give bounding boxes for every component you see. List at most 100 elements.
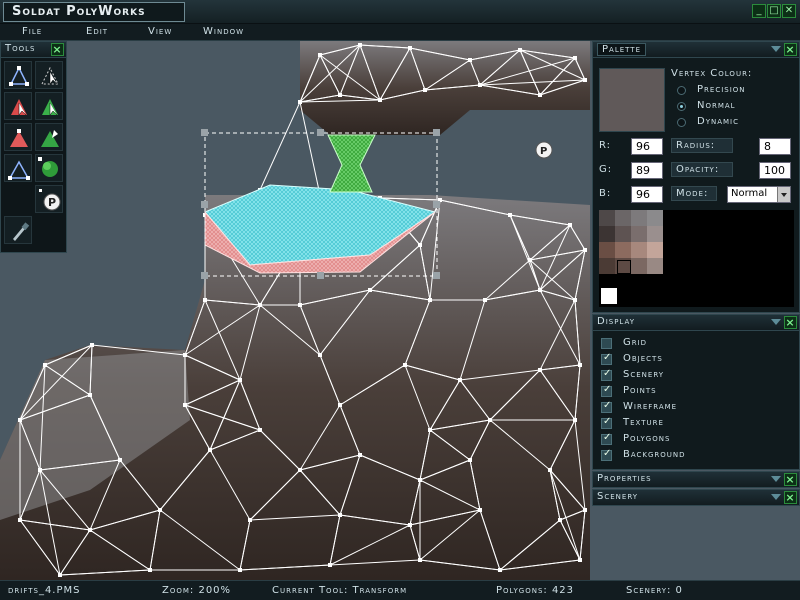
collapse-chevron-icon[interactable] — [771, 494, 781, 500]
vertex-point — [573, 298, 577, 302]
scenery-close-button[interactable]: × — [784, 491, 797, 504]
transform-tool-button[interactable] — [4, 61, 32, 89]
create-polygon-tool-button[interactable] — [4, 123, 32, 151]
vertex-point — [578, 558, 582, 562]
palette-swatch[interactable] — [615, 226, 631, 242]
vertex-point — [558, 518, 562, 522]
vertex-point — [338, 93, 342, 97]
palette-swatch[interactable] — [631, 226, 647, 242]
checkbox[interactable] — [601, 416, 612, 429]
palette-swatch[interactable] — [631, 258, 647, 274]
palette-swatch[interactable] — [599, 210, 615, 226]
mode-select[interactable]: Normal — [727, 186, 791, 203]
radio-precision[interactable] — [677, 86, 686, 95]
checkbox[interactable] — [601, 400, 612, 413]
vertex-point — [238, 568, 242, 572]
palette-swatch-white[interactable] — [601, 288, 617, 304]
palette-swatch[interactable] — [615, 210, 631, 226]
minimize-button[interactable]: _ — [752, 4, 766, 18]
palette-swatch[interactable] — [599, 258, 615, 274]
display-panel-header: Display × — [593, 315, 799, 331]
palette-swatch[interactable] — [647, 242, 663, 258]
vertex-point — [248, 518, 252, 522]
polygon-select-tool-button[interactable] — [4, 92, 32, 120]
vertex-point — [148, 568, 152, 572]
vertex-point — [538, 288, 542, 292]
vertex-point — [488, 418, 492, 422]
radio-normal[interactable] — [677, 102, 686, 111]
g-input[interactable]: 89 — [631, 162, 663, 179]
palette-swatch[interactable] — [599, 242, 615, 258]
display-close-button[interactable]: × — [784, 316, 797, 329]
r-input[interactable]: 96 — [631, 138, 663, 155]
collapse-chevron-icon[interactable] — [771, 476, 781, 482]
palette-swatch[interactable] — [647, 210, 663, 226]
vertex-point — [403, 363, 407, 367]
checkbox[interactable] — [601, 368, 612, 381]
scenery-panel-header[interactable]: Scenery × — [592, 489, 800, 506]
vertex-point — [298, 303, 302, 307]
color-palette-grid[interactable] — [599, 210, 794, 307]
checkbox[interactable] — [601, 432, 612, 445]
palette-swatch[interactable] — [631, 242, 647, 258]
radio-dynamic[interactable] — [677, 118, 686, 127]
vertex-point — [518, 48, 522, 52]
chevron-down-icon[interactable] — [777, 187, 790, 202]
display-panel: Display × Grid Objects Scenery Points Wirefr… — [592, 314, 800, 470]
spawn-tool-button[interactable]: P — [35, 185, 63, 213]
tools-close-button[interactable]: × — [51, 43, 64, 56]
vertex-point — [458, 378, 462, 382]
b-input[interactable]: 96 — [631, 186, 663, 203]
menu-view[interactable]: View — [148, 26, 172, 37]
title-bar[interactable]: Soldat PolyWorks _ □ ✕ — [0, 0, 800, 24]
vertex-point — [478, 83, 482, 87]
menu-edit[interactable]: Edit — [86, 26, 108, 37]
scenery-panel-title: Scenery — [597, 491, 639, 502]
create-wire-tool-button[interactable] — [4, 154, 32, 182]
polygon-select-icon — [11, 99, 27, 116]
vertex-color-tool-button[interactable] — [35, 92, 63, 120]
properties-close-button[interactable]: × — [784, 473, 797, 486]
menu-file[interactable]: File — [22, 26, 42, 37]
scenery-tool-button[interactable] — [35, 154, 63, 182]
eyedropper-tool-button[interactable] — [4, 216, 32, 244]
vertex-select-tool-button[interactable] — [35, 61, 63, 89]
properties-panel-header[interactable]: Properties × — [592, 471, 800, 488]
palette-swatch[interactable] — [615, 242, 631, 258]
vertex-point — [208, 448, 212, 452]
checkbox[interactable] — [601, 352, 612, 365]
vertex-point — [158, 508, 162, 512]
checkbox[interactable] — [601, 384, 612, 397]
palette-selection-marker — [617, 260, 631, 274]
vertex-point — [428, 298, 432, 302]
display-item-label: Scenery — [623, 369, 665, 380]
vertex-point — [538, 368, 542, 372]
transform-icon — [9, 66, 29, 86]
maximize-button[interactable]: □ — [767, 4, 781, 18]
palette-swatch[interactable] — [647, 226, 663, 242]
paint-polygon-tool-button[interactable] — [35, 123, 63, 151]
r-label: R: — [599, 140, 612, 151]
current-color-swatch[interactable] — [599, 68, 665, 132]
opacity-input[interactable]: 100 — [759, 162, 791, 179]
collapse-chevron-icon[interactable] — [771, 319, 781, 325]
palette-close-button[interactable]: × — [784, 43, 797, 56]
checkbox[interactable] — [601, 338, 612, 349]
vertex-point — [328, 563, 332, 567]
vertex-point — [118, 458, 122, 462]
close-window-button[interactable]: ✕ — [782, 4, 796, 18]
vertex-point — [573, 56, 577, 60]
vertex-point — [538, 93, 542, 97]
checkbox[interactable] — [601, 448, 612, 461]
vertex-point — [90, 343, 94, 347]
palette-swatch[interactable] — [647, 258, 663, 274]
palette-swatch[interactable] — [599, 226, 615, 242]
vertex-point — [183, 403, 187, 407]
vertex-point — [298, 468, 302, 472]
vertex-colour-label: Vertex Colour: — [671, 68, 753, 79]
palette-swatch[interactable] — [631, 210, 647, 226]
collapse-chevron-icon[interactable] — [771, 46, 781, 52]
radius-input[interactable]: 8 — [759, 138, 791, 155]
menu-window[interactable]: Window — [203, 26, 244, 37]
vertex-point — [418, 558, 422, 562]
